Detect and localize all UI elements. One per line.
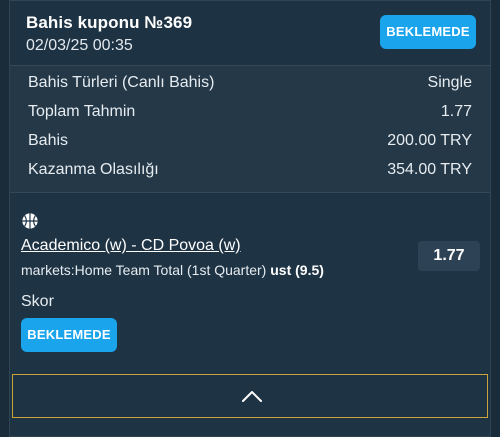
coupon-header: Bahis kuponu №369 02/03/25 00:35 BEKLEME… [10, 1, 490, 65]
summary-label: Toplam Tahmin [28, 103, 136, 120]
coupon-datetime: 02/03/25 00:35 [26, 37, 133, 54]
chevron-up-icon [242, 391, 262, 402]
coupon-status-button[interactable]: BEKLEMEDE [380, 15, 476, 49]
market-name: markets:Home Team Total (1st Quarter) [21, 262, 271, 278]
market-pick: ust (9.5) [270, 262, 324, 278]
expand-toggle-button[interactable] [12, 374, 488, 418]
score-label: Skor [21, 293, 54, 310]
summary-label: Bahis [28, 132, 69, 149]
coupon-summary: Bahis Türleri (Canlı Bahis) Single Topla… [10, 65, 490, 193]
selection-status-button[interactable]: BEKLEMEDE [21, 318, 117, 352]
summary-value: Single [427, 74, 472, 91]
summary-value: 354.00 TRY [387, 161, 472, 178]
summary-row-stake: Bahis 200.00 TRY [28, 129, 472, 153]
basketball-icon [22, 213, 38, 229]
summary-row-bet-type: Bahis Türleri (Canlı Bahis) Single [28, 71, 472, 95]
summary-label: Kazanma Olasılığı [28, 161, 159, 178]
match-name-link[interactable]: Academico (w) - CD Povoa (w) [21, 237, 241, 255]
coupon-title: Bahis kuponu №369 [26, 13, 193, 32]
summary-row-potential-win: Kazanma Olasılığı 354.00 TRY [28, 158, 472, 182]
selection-odds: 1.77 [418, 241, 480, 271]
summary-row-total-odds: Toplam Tahmin 1.77 [28, 100, 472, 124]
bet-coupon-card: Bahis kuponu №369 02/03/25 00:35 BEKLEME… [9, 0, 491, 437]
market-description: markets:Home Team Total (1st Quarter) us… [21, 262, 324, 278]
summary-value: 1.77 [440, 103, 472, 120]
summary-value: 200.00 TRY [387, 132, 472, 149]
summary-label: Bahis Türleri (Canlı Bahis) [28, 74, 215, 91]
